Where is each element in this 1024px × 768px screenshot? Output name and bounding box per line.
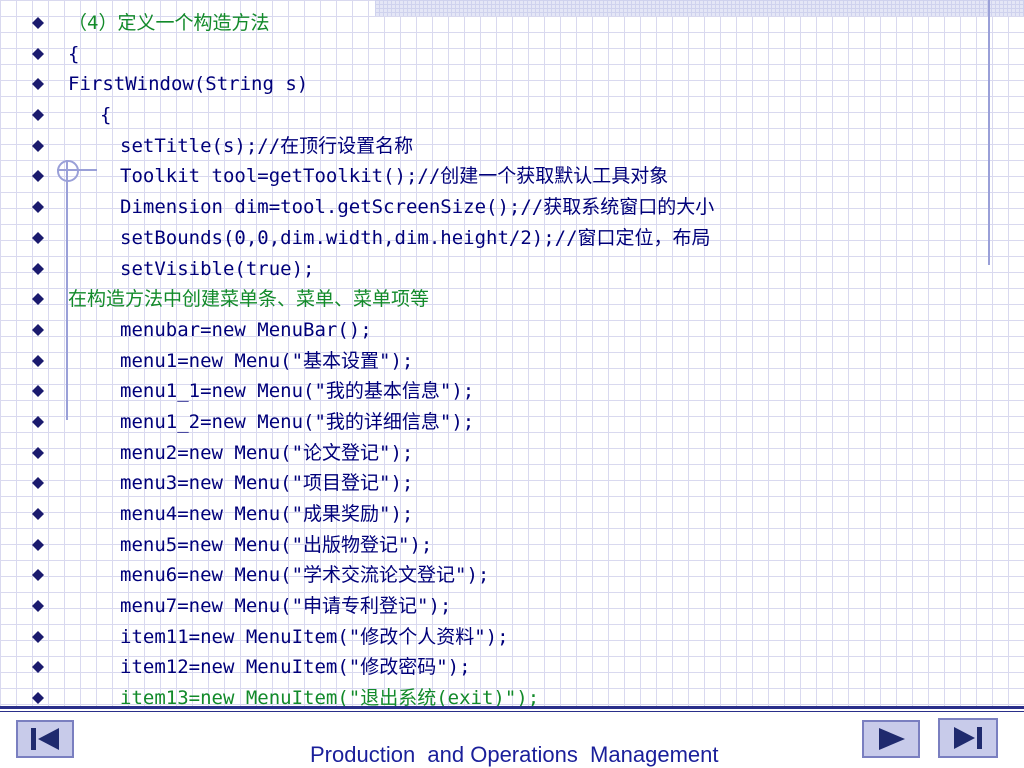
code-line: 在构造方法中创建菜单条、菜单、菜单项等 [0,284,1024,315]
diamond-bullet-icon [32,446,44,459]
diamond-bullet-icon [32,477,44,490]
code-line-text: menu6=new Menu("学术交流论文登记"); [120,564,490,587]
code-line-text: menu4=new Menu("成果奖励"); [120,503,414,525]
next-slide-button[interactable] [862,720,920,758]
diamond-bullet-icon [32,385,44,398]
code-line: setVisible(true); [0,254,1024,285]
diamond-bullet-icon [32,293,44,306]
code-line: { [0,100,1024,131]
code-line: { [0,39,1024,70]
diamond-bullet-icon [32,569,44,582]
code-line-text: （4）定义一个构造方法 [68,12,270,34]
diamond-bullet-icon [32,538,44,551]
code-line: setTitle(s);//在顶行设置名称 [0,131,1024,162]
diamond-bullet-icon [32,323,44,336]
code-line-text: FirstWindow(String s) [68,73,309,96]
code-line: item11=new MenuItem("修改个人资料"); [0,622,1024,653]
code-line: FirstWindow(String s) [0,69,1024,100]
code-line: item12=new MenuItem("修改密码"); [0,652,1024,683]
diamond-bullet-icon [32,170,44,183]
code-line-text: menubar=new MenuBar(); [120,318,372,341]
code-line-text: menu2=new Menu("论文登记"); [120,441,414,464]
diamond-bullet-icon [32,661,44,674]
code-line-text: setVisible(true); [120,257,315,280]
slide-navigation-bar: Production and Operations Management [0,706,1024,768]
code-line: （4）定义一个构造方法 [0,8,1024,39]
code-line: menu6=new Menu("学术交流论文登记"); [0,560,1024,591]
code-line-text: menu1=new Menu("基本设置"); [120,349,414,372]
code-line-text: setBounds(0,0,dim.width,dim.height/2);//… [120,226,711,249]
code-line-text: Toolkit tool=getToolkit();//创建一个获取默认工具对象 [120,165,669,188]
code-line-text: menu3=new Menu("项目登记"); [120,472,414,495]
diamond-bullet-icon [32,508,44,520]
code-line-text: menu1_2=new Menu("我的详细信息"); [120,410,475,433]
code-line: menu3=new Menu("项目登记"); [0,468,1024,499]
diamond-bullet-icon [32,78,44,91]
code-line: menu1=new Menu("基本设置"); [0,346,1024,377]
diamond-bullet-icon [32,109,44,122]
diamond-bullet-icon [32,262,44,275]
last-slide-icon [954,727,982,749]
code-line-text: { [100,104,112,127]
diamond-bullet-icon [32,231,44,244]
code-line: Toolkit tool=getToolkit();//创建一个获取默认工具对象 [0,161,1024,192]
diamond-bullet-icon [32,201,44,214]
footer-rule [0,706,1024,709]
diamond-bullet-icon [32,354,44,367]
code-line-text: setTitle(s);//在顶行设置名称 [120,134,414,157]
next-slide-icon [879,728,905,750]
first-slide-icon [31,728,59,750]
code-line: menu2=new Menu("论文登记"); [0,438,1024,469]
diamond-bullet-icon [32,139,44,152]
code-line: menu1_2=new Menu("我的详细信息"); [0,407,1024,438]
code-line: setBounds(0,0,dim.width,dim.height/2);//… [0,223,1024,254]
code-line-text: Dimension dim=tool.getScreenSize();//获取系… [120,196,715,219]
last-slide-button[interactable] [938,718,998,758]
code-line: Dimension dim=tool.getScreenSize();//获取系… [0,192,1024,223]
footer-rule-thin [0,711,1024,712]
code-line: menubar=new MenuBar(); [0,315,1024,346]
first-slide-button[interactable] [16,720,74,758]
code-line: menu7=new Menu("申请专利登记"); [0,591,1024,622]
code-line: menu1_1=new Menu("我的基本信息"); [0,376,1024,407]
code-line-text: 在构造方法中创建菜单条、菜单、菜单项等 [68,288,430,311]
footer-title: Production and Operations Management [310,742,719,767]
code-line: menu5=new Menu("出版物登记"); [0,530,1024,561]
code-line-text: menu1_1=new Menu("我的基本信息"); [120,380,475,403]
diamond-bullet-icon [32,600,44,613]
diamond-bullet-icon [32,692,44,705]
code-line-text: menu7=new Menu("申请专利登记"); [120,595,452,618]
code-line-text: menu5=new Menu("出版物登记"); [120,533,433,556]
code-line: menu4=new Menu("成果奖励"); [0,499,1024,530]
code-listing: （4）定义一个构造方法 { FirstWindow(String s) { setTit… [0,8,1024,714]
diamond-bullet-icon [32,47,44,60]
code-line-text: item12=new MenuItem("修改密码"); [120,656,471,679]
code-line-text: { [68,42,80,65]
diamond-bullet-icon [32,630,44,643]
diamond-bullet-icon [32,415,44,428]
code-line-text: item11=new MenuItem("修改个人资料"); [120,625,509,648]
diamond-bullet-icon [32,17,44,29]
